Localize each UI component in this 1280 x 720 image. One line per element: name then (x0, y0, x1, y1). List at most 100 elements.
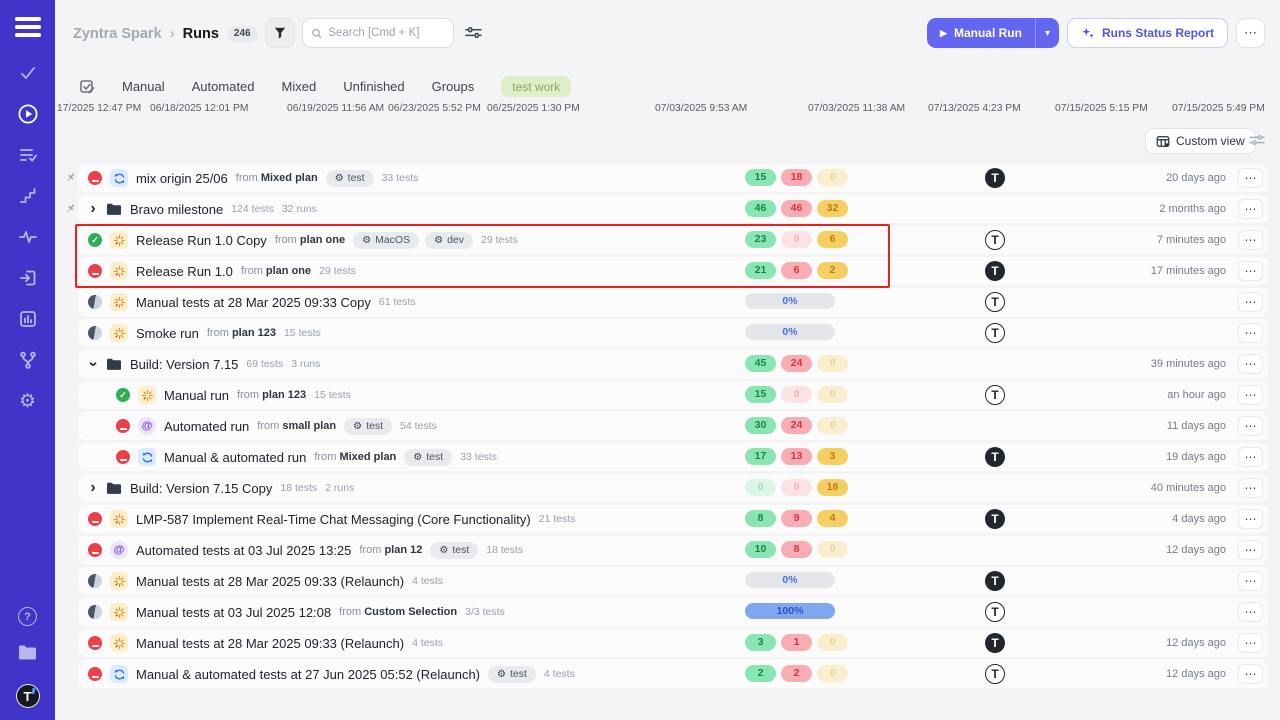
active-tag-filter[interactable]: test work (501, 76, 571, 97)
settings-gear-icon[interactable]: ⚙ (17, 390, 39, 412)
row-menu-button[interactable]: ⋯ (1238, 664, 1263, 684)
run-row[interactable]: Manual run from plan 123 15 tests 1500 T… (55, 380, 1280, 411)
run-source: from Mixed plan (314, 451, 396, 463)
run-row[interactable]: › Build: Version 7.15 Copy 18 tests 2 ru… (55, 473, 1280, 504)
import-icon[interactable] (17, 267, 39, 289)
menu-icon[interactable] (15, 17, 41, 41)
run-card: Manual & automated run from Mixed plan ⚙… (78, 443, 1268, 471)
run-title[interactable]: Manual run (164, 388, 229, 403)
plans-icon[interactable] (17, 144, 39, 166)
tests-icon[interactable] (17, 62, 39, 84)
expand-chevron-icon[interactable]: › (88, 359, 98, 369)
run-row[interactable]: @ Automated tests at 03 Jul 2025 13:25 f… (55, 535, 1280, 566)
run-title[interactable]: Build: Version 7.15 (130, 357, 238, 372)
run-row[interactable]: Manual & automated run from Mixed plan ⚙… (55, 442, 1280, 473)
tab-groups[interactable]: Groups (432, 79, 475, 94)
manual-run-button[interactable]: ▶Manual Run ▾ (927, 18, 1059, 48)
row-menu-button[interactable]: ⋯ (1238, 230, 1263, 250)
run-title[interactable]: Manual & automated run (164, 450, 306, 465)
run-row[interactable]: mix origin 25/06 from Mixed plan ⚙test 3… (55, 163, 1280, 194)
row-menu-button[interactable]: ⋯ (1238, 602, 1263, 622)
run-title[interactable]: Automated tests at 03 Jul 2025 13:25 (136, 543, 351, 558)
manual-run-dropdown[interactable]: ▾ (1036, 28, 1059, 39)
row-menu-button[interactable]: ⋯ (1238, 416, 1263, 436)
run-row[interactable]: › Bravo milestone 124 tests 32 runs 4646… (55, 194, 1280, 225)
run-row[interactable]: Manual tests at 28 Mar 2025 09:33 Copy 6… (55, 287, 1280, 318)
timeline-date: 06/18/2025 12:01 PM (150, 103, 248, 114)
run-row[interactable]: Release Run 1.0 Copy from plan one ⚙MacO… (55, 225, 1280, 256)
search-box[interactable] (302, 18, 454, 48)
row-menu-button[interactable]: ⋯ (1238, 385, 1263, 405)
run-title[interactable]: LMP-587 Implement Real-Time Chat Messagi… (136, 512, 531, 527)
run-title[interactable]: Smoke run (136, 326, 199, 341)
row-menu-button[interactable]: ⋯ (1238, 323, 1263, 343)
filters-sliders-icon[interactable] (465, 25, 482, 40)
search-input[interactable] (328, 27, 445, 39)
view-sliders-icon[interactable] (1249, 133, 1265, 147)
run-row[interactable]: Manual tests at 28 Mar 2025 09:33 (Relau… (55, 566, 1280, 597)
filter-button[interactable] (265, 18, 295, 48)
tab-unfinished[interactable]: Unfinished (343, 79, 404, 94)
run-title[interactable]: Automated run (164, 419, 249, 434)
run-title[interactable]: Manual tests at 28 Mar 2025 09:33 (Relau… (136, 574, 404, 589)
runs-icon[interactable] (17, 103, 39, 125)
run-title[interactable]: Release Run 1.0 Copy (136, 233, 267, 248)
row-menu-button[interactable]: ⋯ (1238, 478, 1263, 498)
row-menu-button[interactable]: ⋯ (1238, 168, 1263, 188)
runs-status-report-button[interactable]: Runs Status Report (1067, 18, 1228, 48)
tests-count: 15 tests (314, 389, 351, 401)
tag-badges: ⚙MacOS⚙dev (353, 232, 473, 249)
tab-mixed[interactable]: Mixed (282, 79, 317, 94)
pulse-icon[interactable] (17, 226, 39, 248)
reports-icon[interactable] (17, 308, 39, 330)
run-row[interactable]: LMP-587 Implement Real-Time Chat Messagi… (55, 504, 1280, 535)
run-time: an hour ago (1167, 389, 1226, 401)
breadcrumb-project[interactable]: Zyntra Spark (73, 26, 162, 42)
run-title[interactable]: Build: Version 7.15 Copy (130, 481, 272, 496)
tag-badge: ⚙test (430, 542, 478, 559)
run-time: 12 days ago (1166, 544, 1226, 556)
row-menu-button[interactable]: ⋯ (1238, 509, 1263, 529)
run-row[interactable]: Smoke run from plan 123 15 tests 0% T ⋯ (55, 318, 1280, 349)
steps-icon[interactable] (17, 185, 39, 207)
run-row[interactable]: Manual tests at 28 Mar 2025 09:33 (Relau… (55, 628, 1280, 659)
run-row[interactable]: Manual tests at 03 Jul 2025 12:08 from C… (55, 597, 1280, 628)
row-menu-button[interactable]: ⋯ (1238, 261, 1263, 281)
run-title[interactable]: Manual tests at 28 Mar 2025 09:33 (Relau… (136, 636, 404, 651)
run-row[interactable]: @ Automated run from small plan ⚙test 54… (55, 411, 1280, 442)
projects-folder-icon[interactable] (17, 643, 38, 667)
run-title[interactable]: Release Run 1.0 (136, 264, 233, 279)
run-stats: 17133 (745, 448, 848, 465)
select-edit-icon[interactable] (79, 79, 95, 95)
expand-chevron-icon[interactable]: › (88, 204, 98, 214)
row-menu-button[interactable]: ⋯ (1238, 447, 1263, 467)
tab-manual[interactable]: Manual (122, 79, 165, 94)
run-title[interactable]: Manual & automated tests at 27 Jun 2025 … (136, 667, 480, 682)
row-menu-button[interactable]: ⋯ (1238, 199, 1263, 219)
custom-view-button[interactable]: Custom view (1145, 128, 1256, 154)
row-menu-button[interactable]: ⋯ (1238, 571, 1263, 591)
run-title[interactable]: Bravo milestone (130, 202, 223, 217)
run-row[interactable]: › Build: Version 7.15 69 tests 3 runs 45… (55, 349, 1280, 380)
row-menu-button[interactable]: ⋯ (1238, 540, 1263, 560)
run-row[interactable]: Release Run 1.0 from plan one 29 tests 2… (55, 256, 1280, 287)
row-menu-button[interactable]: ⋯ (1238, 633, 1263, 653)
run-title[interactable]: Manual tests at 28 Mar 2025 09:33 Copy (136, 295, 371, 310)
user-avatar[interactable]: T (16, 684, 40, 708)
row-menu-button[interactable]: ⋯ (1238, 292, 1263, 312)
tab-automated[interactable]: Automated (192, 79, 255, 94)
timeline-date: 07/03/2025 9:53 AM (655, 103, 747, 114)
avatar: T (985, 292, 1005, 312)
timeline-date: 07/13/2025 4:23 PM (928, 103, 1021, 114)
row-menu-button[interactable]: ⋯ (1238, 354, 1263, 374)
header-menu-button[interactable]: ⋯ (1236, 18, 1265, 48)
expand-chevron-icon[interactable]: › (88, 483, 98, 493)
stat-pill-yellow: 0 (817, 169, 848, 186)
help-icon[interactable]: ? (18, 607, 37, 626)
run-title[interactable]: Manual tests at 03 Jul 2025 12:08 (136, 605, 331, 620)
run-row[interactable]: Manual & automated tests at 27 Jun 2025 … (55, 659, 1280, 690)
stat-pill-yellow: 6 (817, 231, 848, 248)
branch-icon[interactable] (17, 349, 39, 371)
run-title[interactable]: mix origin 25/06 (136, 171, 228, 186)
run-stats: 310 (745, 634, 848, 651)
